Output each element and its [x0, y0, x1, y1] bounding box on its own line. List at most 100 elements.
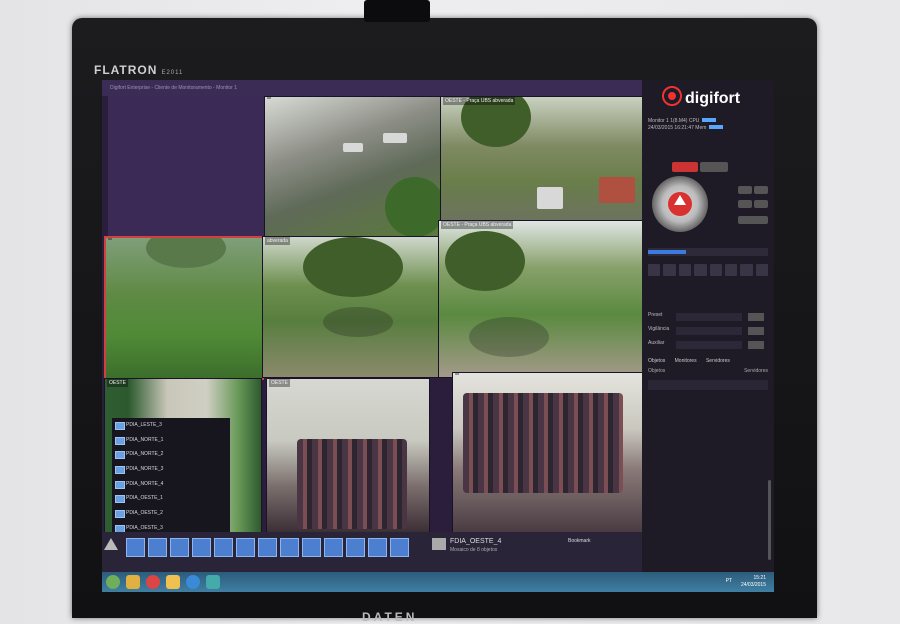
folder-icon[interactable] [166, 575, 180, 589]
ptz-speed-slider[interactable] [648, 248, 768, 256]
current-camera: FDIA_OESTE_4 Mosaico de 8 objetos [450, 538, 502, 553]
shadow-shape [469, 317, 549, 357]
screen: Digifort Enterprise - Cliente de Monitor… [102, 80, 774, 592]
webcam [364, 0, 430, 22]
camera-list-item[interactable]: PDIA_LESTE_3 [112, 418, 230, 433]
camera-label: OESTE [107, 379, 128, 387]
shadow-shape [323, 307, 393, 337]
tool-icon[interactable] [648, 264, 661, 276]
ptz-joystick[interactable] [652, 176, 708, 232]
monitor-brand: FLATRON E2011 [94, 63, 184, 77]
layout-buttons [126, 538, 409, 557]
layout-button[interactable] [258, 538, 277, 557]
camera-tile-8[interactable] [452, 372, 644, 534]
panel-tabs: Objetos Monitores Servidores [648, 358, 738, 364]
cpu-meter [702, 118, 717, 122]
tab-objects[interactable]: Objetos [648, 358, 665, 364]
layout-button[interactable] [280, 538, 299, 557]
tool-icon[interactable] [694, 264, 707, 276]
focus-near-button[interactable] [738, 200, 752, 208]
camera-label: abverada [265, 237, 290, 245]
layout-button[interactable] [126, 538, 145, 557]
layout-button[interactable] [390, 538, 409, 557]
preset-select[interactable] [676, 313, 742, 321]
vigilance-select[interactable] [676, 327, 742, 335]
zoom-in-button[interactable] [738, 186, 752, 194]
status-info: Monitor 1 1(8.M4) CPU 24/03/2015 16:21:4… [648, 118, 768, 132]
focus-far-button[interactable] [754, 200, 768, 208]
camera-list-item[interactable]: PDIA_NORTE_1 [112, 433, 230, 448]
tree-objects-label[interactable]: Objetos [648, 368, 665, 374]
home-button[interactable] [738, 216, 768, 224]
tool-icon[interactable] [724, 264, 738, 276]
status-row: 24/03/2015 16:21:47 Mem [648, 125, 768, 132]
people-shape [297, 439, 407, 529]
explorer-icon[interactable] [126, 575, 140, 589]
camera-tile-7[interactable]: OESTE [266, 378, 430, 534]
tool-icon[interactable] [678, 264, 692, 276]
search-input[interactable] [648, 380, 768, 390]
vigilance-go-button[interactable] [748, 327, 764, 335]
tree-servers-label[interactable]: Servidores [744, 368, 768, 374]
camera-tile-1[interactable] [264, 96, 442, 238]
layout-button[interactable] [192, 538, 211, 557]
camera-tile-3[interactable] [104, 236, 264, 380]
preset-go-button[interactable] [748, 313, 764, 321]
tree-header: Objetos Servidores [648, 368, 768, 377]
camera-list-item[interactable]: PDIA_OESTE_2 [112, 506, 230, 521]
camera-tile-4[interactable]: abverada [262, 236, 440, 378]
camera-label: OESTE - Praça UBS abverada [441, 221, 514, 229]
mem-meter [709, 125, 724, 129]
layout-button[interactable] [368, 538, 387, 557]
camera-tile-empty[interactable] [108, 96, 264, 236]
camera-tile-2[interactable]: OESTE - Praça UBS abverada [440, 96, 644, 238]
camera-label: OESTE [269, 379, 290, 387]
people-shape [463, 393, 623, 493]
chrome-icon[interactable] [146, 575, 160, 589]
tool-icon[interactable] [755, 264, 768, 276]
camera-list-item[interactable]: PDIA_NORTE_2 [112, 447, 230, 462]
camera-list-item[interactable]: PDIA_NORTE_4 [112, 477, 230, 492]
tab-servers[interactable]: Servidores [706, 358, 730, 364]
eject-icon[interactable] [104, 538, 118, 550]
layout-button[interactable] [148, 538, 167, 557]
camera-tile-5[interactable]: OESTE - Praça UBS abverada [438, 220, 644, 378]
layout-button[interactable] [302, 538, 321, 557]
tool-icon[interactable] [709, 264, 722, 276]
layout-button[interactable] [236, 538, 255, 557]
camera-list-item[interactable]: PDIA_OESTE_1 [112, 491, 230, 506]
auxiliary-select[interactable] [676, 341, 742, 349]
camera-label [108, 238, 112, 240]
camera-list-item[interactable]: PDIA_NORTE_3 [112, 462, 230, 477]
status-row: Monitor 1 1(8.M4) CPU [648, 118, 768, 125]
list-scrollbar[interactable] [768, 480, 771, 560]
auxiliary-row: Auxiliar [648, 340, 768, 350]
preset-row: Preset [648, 312, 768, 322]
language-indicator[interactable]: PT [726, 578, 732, 584]
layout-button[interactable] [324, 538, 343, 557]
tab-monitors[interactable]: Monitores [675, 358, 697, 364]
car-shape [343, 143, 363, 152]
start-button-icon[interactable] [106, 575, 120, 589]
app-icon[interactable] [206, 575, 220, 589]
os-taskbar: PT 15:21 24/03/2015 [102, 572, 774, 592]
system-clock[interactable]: 15:21 24/03/2015 [741, 575, 766, 589]
tree-shape [385, 177, 441, 237]
layout-button[interactable] [214, 538, 233, 557]
camera-thumbnail [432, 538, 446, 550]
digifort-logo-icon [662, 86, 682, 106]
options-button[interactable] [700, 162, 728, 172]
tool-icon[interactable] [663, 264, 676, 276]
layout-button[interactable] [170, 538, 189, 557]
zoom-out-button[interactable] [754, 186, 768, 194]
bookmark-label[interactable]: Bookmark [568, 538, 591, 544]
ie-icon[interactable] [186, 575, 200, 589]
auxiliary-go-button[interactable] [748, 341, 764, 349]
tool-icon[interactable] [740, 264, 753, 276]
record-button[interactable] [672, 162, 698, 172]
layout-button[interactable] [346, 538, 365, 557]
slider-fill [648, 250, 686, 254]
camera-label [455, 373, 459, 375]
car-shape [537, 187, 563, 209]
tree-shape [303, 237, 403, 297]
